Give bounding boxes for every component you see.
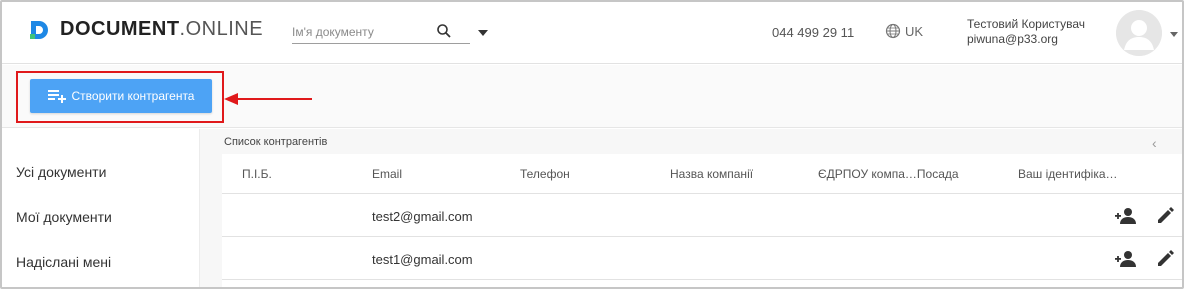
user-name: Тестовий Користувач bbox=[967, 17, 1086, 31]
logo[interactable]: DOCUMENT.ONLINE bbox=[28, 18, 263, 41]
search-icon[interactable] bbox=[436, 23, 452, 39]
column-header-edrpou-position[interactable]: ЄДРПОУ компа…Посада bbox=[818, 167, 959, 181]
sidebar-item-sent-to-me[interactable]: Надіслані мені bbox=[16, 254, 111, 270]
cell-email: test1@gmail.com bbox=[372, 252, 473, 267]
logo-light-text: ONLINE bbox=[185, 18, 264, 40]
create-contractor-button[interactable]: Створити контрагента bbox=[30, 79, 212, 113]
contractor-table: П.І.Б. Email Телефон Назва компанії ЄДРП… bbox=[222, 154, 1182, 287]
contractor-list-panel: Список контрагентів ‹ П.І.Б. Email Телеф… bbox=[200, 129, 1182, 287]
globe-icon bbox=[885, 23, 901, 39]
column-header-identifier[interactable]: Ваш ідентифіка… bbox=[1018, 167, 1118, 181]
document-online-logo-icon bbox=[28, 19, 50, 41]
table-header: П.І.Б. Email Телефон Назва компанії ЄДРП… bbox=[222, 154, 1182, 194]
user-menu-caret-icon[interactable] bbox=[1170, 32, 1178, 37]
avatar[interactable] bbox=[1116, 10, 1162, 56]
user-info[interactable]: Тестовий Користувач piwuna@p33.org bbox=[967, 17, 1085, 47]
sidebar-item-my-documents[interactable]: Мої документи bbox=[16, 209, 112, 225]
search-input[interactable] bbox=[292, 22, 432, 42]
logo-bold-text: DOCUMENT bbox=[60, 18, 180, 40]
phone-number: 044 499 29 11 bbox=[772, 25, 855, 40]
table-row[interactable]: test1@gmail.com bbox=[222, 238, 1182, 280]
sidebar: Усі документи Мої документи Надіслані ме… bbox=[2, 129, 200, 287]
language-selector[interactable]: UK bbox=[885, 23, 923, 39]
create-button-label: Створити контрагента bbox=[71, 89, 195, 103]
annotation-arrow bbox=[224, 93, 312, 105]
add-person-icon[interactable] bbox=[1115, 249, 1137, 269]
toolbar: Створити контрагента bbox=[2, 65, 1182, 128]
list-title: Список контрагентів bbox=[224, 136, 328, 148]
logo-text: DOCUMENT.ONLINE bbox=[60, 18, 263, 41]
language-label: UK bbox=[905, 23, 924, 39]
add-person-icon[interactable] bbox=[1115, 206, 1137, 226]
search-field bbox=[292, 20, 470, 44]
search-dropdown-icon[interactable] bbox=[478, 30, 488, 36]
pencil-icon[interactable] bbox=[1155, 206, 1177, 226]
column-header-email[interactable]: Email bbox=[372, 167, 402, 181]
user-email: piwuna@p33.org bbox=[967, 32, 1058, 46]
pencil-icon[interactable] bbox=[1155, 249, 1177, 269]
playlist-add-icon bbox=[47, 90, 66, 103]
cell-email: test2@gmail.com bbox=[372, 209, 473, 224]
column-header-company[interactable]: Назва компанії bbox=[670, 167, 753, 181]
collapse-chevron-icon[interactable]: ‹ bbox=[1152, 135, 1157, 151]
sidebar-item-all-documents[interactable]: Усі документи bbox=[16, 164, 106, 180]
column-header-phone[interactable]: Телефон bbox=[520, 167, 570, 181]
header: DOCUMENT.ONLINE 044 499 29 11 UK bbox=[2, 2, 1182, 64]
app-frame: DOCUMENT.ONLINE 044 499 29 11 UK bbox=[0, 0, 1184, 289]
column-header-name[interactable]: П.І.Б. bbox=[242, 167, 272, 181]
table-row[interactable]: test2@gmail.com bbox=[222, 195, 1182, 237]
